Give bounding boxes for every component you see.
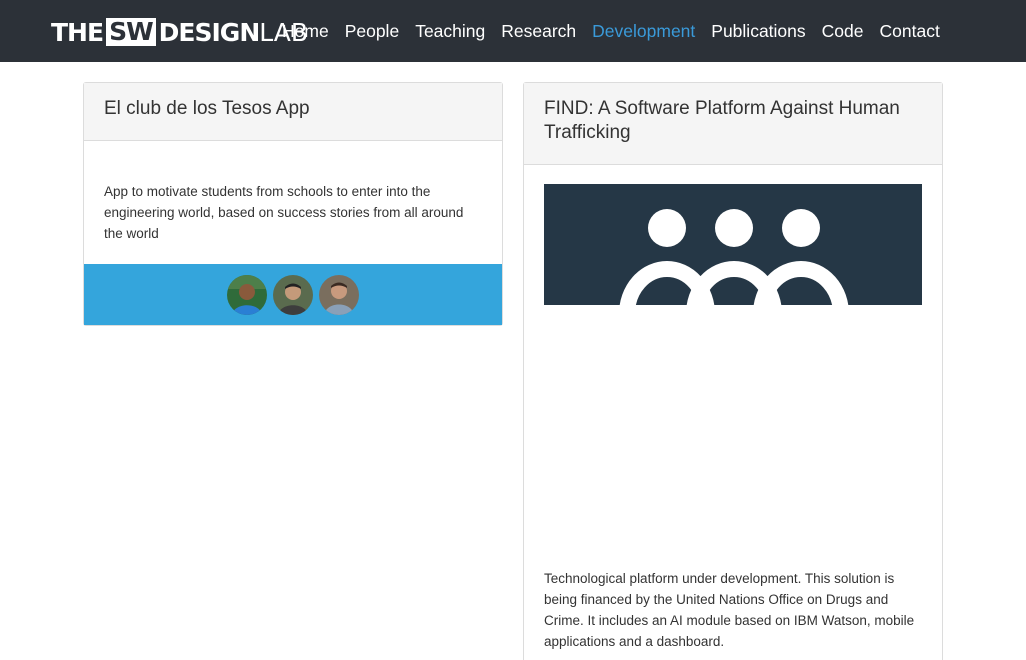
- nav-publications[interactable]: Publications: [703, 21, 813, 42]
- logo-sw: SW: [106, 18, 156, 46]
- project-image[interactable]: [544, 184, 922, 305]
- nav-development[interactable]: Development: [584, 21, 703, 42]
- navbar: THE SW DESIGN LAB Home People Teaching R…: [0, 0, 1026, 62]
- project-description: Technological platform under development…: [544, 571, 915, 649]
- nav-code[interactable]: Code: [814, 21, 872, 42]
- project-card-tesos: El club de los Tesos App App to motivate…: [83, 82, 503, 326]
- project-description: App to motivate students from schools to…: [104, 184, 464, 241]
- nav-contact[interactable]: Contact: [872, 21, 948, 42]
- nav-home[interactable]: Home: [274, 21, 337, 42]
- team-members: [84, 264, 502, 325]
- avatar[interactable]: [319, 274, 359, 315]
- project-card-find: FIND: A Software Platform Against Human …: [523, 82, 943, 660]
- nav-teaching[interactable]: Teaching: [407, 21, 493, 42]
- avatar[interactable]: [273, 274, 313, 315]
- project-title[interactable]: FIND: A Software Platform Against Human …: [524, 83, 942, 165]
- logo-the: THE: [51, 17, 104, 47]
- project-title[interactable]: El club de los Tesos App: [84, 83, 502, 141]
- avatar[interactable]: [227, 274, 267, 315]
- nav-people[interactable]: People: [337, 21, 408, 42]
- people-icon: [544, 184, 922, 305]
- nav-research[interactable]: Research: [493, 21, 584, 42]
- logo-design: DESIGN: [158, 17, 261, 47]
- nav-links: Home People Teaching Research Developmen…: [274, 0, 948, 62]
- site-logo[interactable]: THE SW DESIGN LAB: [51, 17, 308, 47]
